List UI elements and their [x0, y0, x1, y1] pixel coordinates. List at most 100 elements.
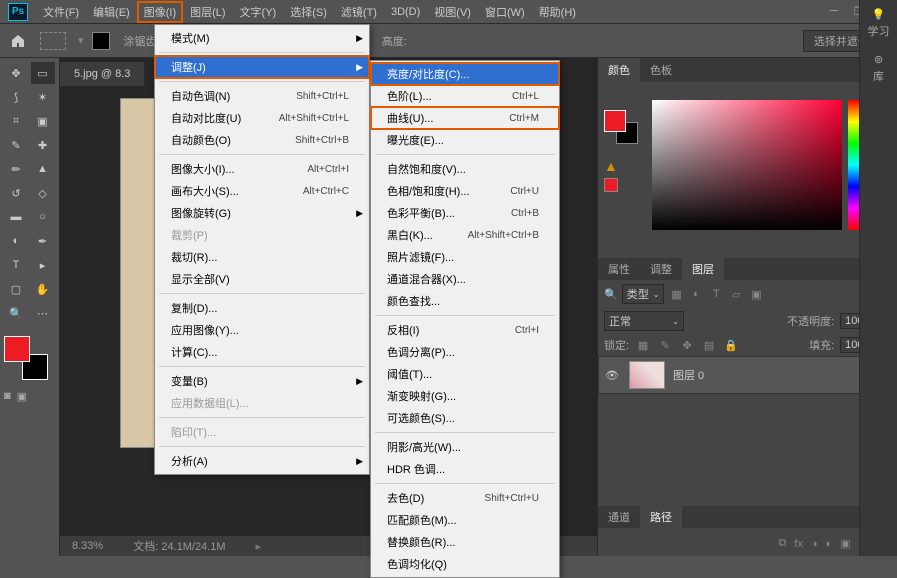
edit-toolbar[interactable]: ⋯ [31, 302, 55, 324]
menu-reveal-all[interactable]: 显示全部(V) [155, 268, 369, 290]
menu-mode[interactable]: 模式(M)▶ [155, 27, 369, 49]
layer-mask-icon[interactable]: ◑ [811, 538, 818, 550]
menu-brightness-contrast[interactable]: 亮度/对比度(C)... [371, 63, 559, 85]
menu-3d[interactable]: 3D(D) [384, 3, 427, 21]
dodge-tool[interactable]: ◐ [4, 230, 28, 252]
pen-tool[interactable]: ✒ [31, 230, 55, 252]
menu-help[interactable]: 帮助(H) [532, 1, 583, 23]
blur-tool[interactable]: ○ [31, 206, 55, 228]
quick-select-tool[interactable]: ✶ [31, 86, 55, 108]
tab-channels[interactable]: 通道 [598, 505, 640, 529]
menu-equalize[interactable]: 色调均化(Q) [371, 553, 559, 575]
menu-curves[interactable]: 曲线(U)...Ctrl+M [371, 107, 559, 129]
layer-item[interactable]: 👁 图层 0 [598, 356, 897, 394]
panel-fg-swatch[interactable] [604, 110, 626, 132]
menu-layer[interactable]: 图层(L) [183, 1, 232, 23]
lasso-tool[interactable]: ⟆ [4, 86, 28, 108]
stamp-tool[interactable]: ▲ [31, 158, 55, 180]
menu-color-balance[interactable]: 色彩平衡(B)...Ctrl+B [371, 202, 559, 224]
tab-paths[interactable]: 路径 [640, 505, 682, 529]
menu-threshold[interactable]: 阈值(T)... [371, 363, 559, 385]
hand-tool[interactable]: ✋ [31, 278, 55, 300]
filter-type-select[interactable]: 类型⌄ [622, 284, 665, 304]
menu-selective-color[interactable]: 可选颜色(S)... [371, 407, 559, 429]
menu-invert[interactable]: 反相(I)Ctrl+I [371, 319, 559, 341]
menu-gradient-map[interactable]: 渐变映射(G)... [371, 385, 559, 407]
eyedropper-tool[interactable]: ✎ [4, 134, 28, 156]
new-fill-icon[interactable]: ◐ [826, 538, 833, 550]
foreground-color-swatch[interactable] [4, 336, 30, 362]
shape-tool[interactable]: ▢ [4, 278, 28, 300]
menu-image-rotation[interactable]: 图像旋转(G)▶ [155, 202, 369, 224]
menu-levels[interactable]: 色阶(L)...Ctrl+L [371, 85, 559, 107]
gamut-swatch[interactable] [604, 178, 618, 192]
heal-tool[interactable]: ✚ [31, 134, 55, 156]
tab-properties[interactable]: 属性 [598, 257, 640, 281]
menu-auto-tone[interactable]: 自动色调(N)Shift+Ctrl+L [155, 85, 369, 107]
menu-window[interactable]: 窗口(W) [478, 1, 532, 23]
menu-match-color[interactable]: 匹配颜色(M)... [371, 509, 559, 531]
layer-fx-icon[interactable]: fx [794, 538, 803, 550]
lock-pixels-icon[interactable]: ▦ [635, 337, 651, 353]
minimize-icon[interactable]: ─ [830, 5, 838, 18]
lock-brush-icon[interactable]: ✎ [657, 337, 673, 353]
fill-swatch[interactable] [92, 32, 110, 50]
menu-channel-mixer[interactable]: 通道混合器(X)... [371, 268, 559, 290]
history-brush-tool[interactable]: ↺ [4, 182, 28, 204]
learn-button[interactable]: 💡学习 [868, 8, 890, 39]
menu-analysis[interactable]: 分析(A)▶ [155, 450, 369, 472]
search-icon[interactable]: 🔍 [604, 288, 618, 301]
home-icon[interactable] [8, 31, 28, 51]
filter-adjust-icon[interactable]: ◐ [688, 286, 704, 302]
filter-type-icon[interactable]: T [708, 286, 724, 302]
menu-vibrance[interactable]: 自然饱和度(V)... [371, 158, 559, 180]
menu-desaturate[interactable]: 去色(D)Shift+Ctrl+U [371, 487, 559, 509]
menu-calculations[interactable]: 计算(C)... [155, 341, 369, 363]
zoom-tool[interactable]: 🔍 [4, 302, 28, 324]
menu-duplicate[interactable]: 复制(D)... [155, 297, 369, 319]
marquee-tool-indicator[interactable] [40, 32, 66, 50]
menu-replace-color[interactable]: 替换颜色(R)... [371, 531, 559, 553]
menu-filter[interactable]: 滤镜(T) [334, 1, 384, 23]
tab-color[interactable]: 颜色 [598, 58, 640, 82]
menu-file[interactable]: 文件(F) [36, 1, 86, 23]
lock-artboard-icon[interactable]: ▤ [701, 337, 717, 353]
menu-photo-filter[interactable]: 照片滤镜(F)... [371, 246, 559, 268]
type-tool[interactable]: T [4, 254, 28, 276]
screen-mode-icon[interactable]: ▣ [17, 390, 27, 403]
link-layers-icon[interactable]: ⧉ [778, 537, 786, 550]
libraries-button[interactable]: ⊚库 [873, 53, 884, 84]
quick-mask-icon[interactable]: ◙ [4, 390, 11, 403]
zoom-level[interactable]: 8.33% [72, 540, 103, 552]
menu-hue-saturation[interactable]: 色相/饱和度(H)...Ctrl+U [371, 180, 559, 202]
menu-image-size[interactable]: 图像大小(I)...Alt+Ctrl+I [155, 158, 369, 180]
menu-adjustments[interactable]: 调整(J)▶ [155, 56, 369, 78]
color-swatches[interactable] [4, 336, 48, 380]
menu-hdr-toning[interactable]: HDR 色调... [371, 458, 559, 480]
menu-view[interactable]: 视图(V) [427, 1, 478, 23]
menu-black-white[interactable]: 黑白(K)...Alt+Shift+Ctrl+B [371, 224, 559, 246]
menu-trim[interactable]: 裁切(R)... [155, 246, 369, 268]
move-tool[interactable]: ✥ [4, 62, 28, 84]
gamut-warning-icon[interactable]: ▲ [604, 158, 618, 174]
menu-auto-color[interactable]: 自动颜色(O)Shift+Ctrl+B [155, 129, 369, 151]
menu-color-lookup[interactable]: 颜色查找... [371, 290, 559, 312]
menu-select[interactable]: 选择(S) [283, 1, 334, 23]
menu-posterize[interactable]: 色调分离(P)... [371, 341, 559, 363]
menu-edit[interactable]: 编辑(E) [86, 1, 137, 23]
filter-shape-icon[interactable]: ▱ [728, 286, 744, 302]
lock-all-icon[interactable]: 🔒 [723, 337, 739, 353]
marquee-tool[interactable]: ▭ [31, 62, 55, 84]
blend-mode-select[interactable]: 正常⌄ [604, 311, 684, 331]
crop-tool[interactable]: ⌗ [4, 110, 28, 132]
menu-shadows-highlights[interactable]: 阴影/高光(W)... [371, 436, 559, 458]
frame-tool[interactable]: ▣ [31, 110, 55, 132]
gradient-tool[interactable]: ▬ [4, 206, 28, 228]
menu-exposure[interactable]: 曝光度(E)... [371, 129, 559, 151]
path-select-tool[interactable]: ▸ [31, 254, 55, 276]
menu-type[interactable]: 文字(Y) [233, 1, 284, 23]
tab-layers[interactable]: 图层 [682, 257, 724, 281]
menu-apply-image[interactable]: 应用图像(Y)... [155, 319, 369, 341]
lock-position-icon[interactable]: ✥ [679, 337, 695, 353]
menu-variables[interactable]: 变量(B)▶ [155, 370, 369, 392]
